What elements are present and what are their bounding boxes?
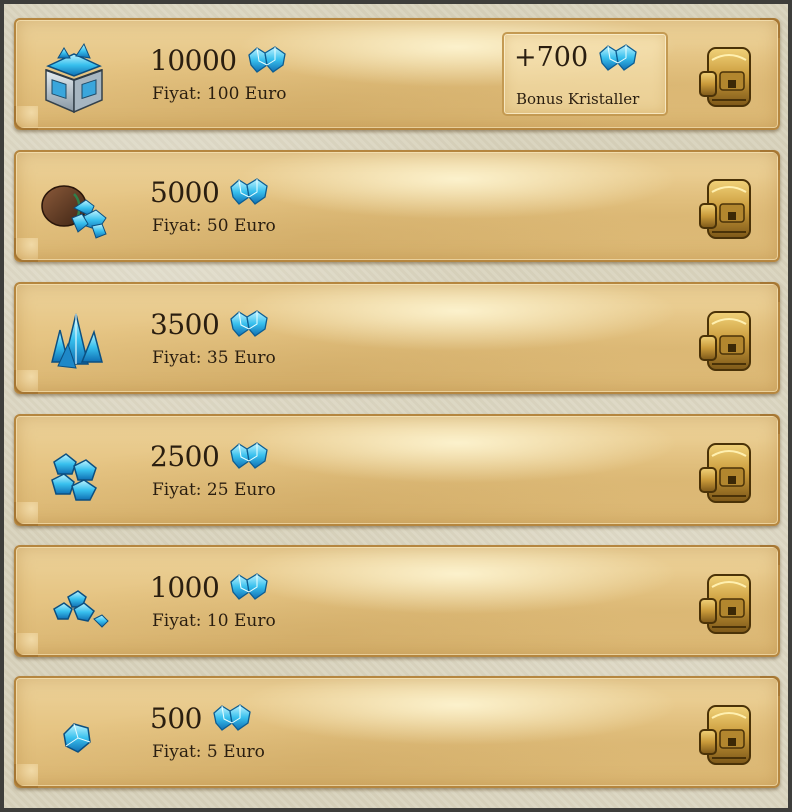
crystal-amount: 2500 — [150, 439, 220, 473]
offer-row: 3500 Fiyat: 35 Euro — [14, 282, 780, 394]
price-label: Fiyat: 50 Euro — [152, 216, 276, 236]
crystal-amount: 5000 — [150, 175, 220, 209]
crystal-amount: 10000 — [150, 43, 237, 77]
crystal-cluster-icon — [51, 313, 103, 369]
crystal-icon — [599, 43, 637, 71]
crystal-sack-icon — [41, 185, 107, 239]
crystal-amount: 1000 — [150, 570, 220, 604]
bonus-amount: +700 — [514, 42, 589, 73]
single-gem-icon — [63, 723, 91, 753]
crystal-amount: 500 — [150, 701, 202, 735]
crystal-icon — [230, 573, 268, 600]
price-label: Fiyat: 100 Euro — [152, 84, 287, 104]
offer-row: 10000 Fiyat: 100 Euro +700 Bonus Kristal… — [14, 18, 780, 130]
price-label: Fiyat: 35 Euro — [152, 348, 276, 368]
buy-button[interactable] — [698, 42, 758, 110]
crystal-pile-icon — [51, 453, 97, 501]
crystal-icon — [213, 704, 251, 731]
price-label: Fiyat: 10 Euro — [152, 611, 276, 631]
crystal-amount: 3500 — [150, 307, 220, 341]
offer-row: 2500 Fiyat: 25 Euro — [14, 414, 780, 526]
treasure-chest-icon — [45, 42, 103, 114]
buy-button[interactable] — [698, 700, 758, 768]
crystal-icon — [230, 178, 268, 205]
crystal-icon — [230, 442, 268, 469]
offer-row: 500 Fiyat: 5 Euro — [14, 676, 780, 788]
price-label: Fiyat: 5 Euro — [152, 742, 265, 762]
bonus-box: +700 Bonus Kristaller — [502, 32, 668, 116]
small-crystal-pile-icon — [53, 590, 109, 628]
buy-button[interactable] — [698, 306, 758, 374]
price-label: Fiyat: 25 Euro — [152, 480, 276, 500]
crystal-icon — [247, 46, 286, 73]
buy-button[interactable] — [698, 569, 758, 637]
offer-row: 1000 Fiyat: 10 Euro — [14, 545, 780, 657]
buy-button[interactable] — [698, 174, 758, 242]
buy-button[interactable] — [698, 438, 758, 506]
crystal-icon — [230, 310, 268, 337]
offer-row: 5000 Fiyat: 50 Euro — [14, 150, 780, 262]
bonus-label: Bonus Kristaller — [516, 90, 640, 108]
shop-panel: 10000 Fiyat: 100 Euro +700 Bonus Kristal… — [0, 0, 792, 812]
